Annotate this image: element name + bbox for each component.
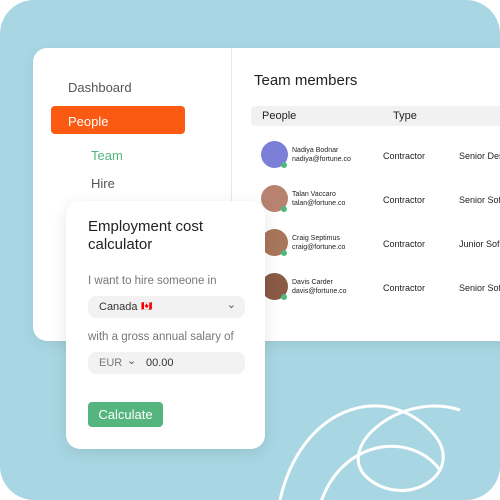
person-role: Senior Des	[459, 151, 500, 161]
person-email: nadiya@fortune.co	[292, 156, 351, 163]
decorative-swirl	[278, 404, 461, 500]
chevron-down-icon: ⌄	[226, 299, 236, 311]
person-role: Junior Sof	[459, 239, 500, 249]
canada-flag-icon: 🇨🇦	[141, 301, 153, 311]
salary-input[interactable]: EUR ⌄ 00.00	[88, 352, 245, 374]
table-row[interactable]: Craig Septimus craig@fortune.co Contracto…	[261, 229, 500, 269]
person-type: Contractor	[383, 195, 426, 205]
table-row[interactable]: Nadiya Bodnar nadiya@fortune.co Contracto…	[261, 141, 500, 181]
sidebar-item-people[interactable]: People	[51, 106, 185, 134]
salary-label: with a gross annual salary of	[88, 331, 234, 343]
currency-select[interactable]: EUR	[99, 357, 122, 369]
person-role: Senior Sof	[459, 195, 500, 205]
sidebar-item-dashboard[interactable]: Dashboard	[68, 80, 132, 95]
person-name: Nadiya Bodnar	[292, 147, 339, 154]
column-people: People	[262, 110, 297, 122]
calculator-title: Employment cost calculator	[88, 218, 204, 253]
sidebar-item-team[interactable]: Team	[91, 148, 123, 163]
column-type: Type	[393, 110, 417, 122]
online-status	[281, 162, 287, 168]
country-label: I want to hire someone in	[88, 275, 217, 287]
cost-calculator-card: Employment cost calculator I want to hir…	[66, 201, 265, 449]
person-type: Contractor	[383, 283, 426, 293]
person-email: davis@fortune.co	[292, 288, 347, 295]
chevron-down-icon: ⌄	[127, 355, 137, 367]
country-value: Canada	[99, 301, 138, 313]
sidebar-item-hire[interactable]: Hire	[91, 176, 115, 191]
table-header: People Type	[251, 106, 500, 126]
person-type: Contractor	[383, 239, 426, 249]
country-select[interactable]: Canada 🇨🇦 ⌄	[88, 296, 245, 318]
person-email: craig@fortune.co	[292, 244, 346, 251]
page-title: Team members	[254, 72, 358, 89]
person-name: Talan Vaccaro	[292, 191, 336, 198]
person-email: talan@fortune.co	[292, 200, 346, 207]
online-status	[281, 250, 287, 256]
person-name: Craig Septimus	[292, 235, 340, 242]
amount-value[interactable]: 00.00	[146, 357, 174, 369]
online-status	[281, 294, 287, 300]
table-row[interactable]: Talan Vaccaro talan@fortune.co Contractor…	[261, 185, 500, 225]
table-row[interactable]: Davis Carder davis@fortune.co Contractor …	[261, 273, 500, 313]
person-name: Davis Carder	[292, 279, 333, 286]
calculate-button[interactable]: Calculate	[88, 402, 163, 427]
online-status	[281, 206, 287, 212]
person-role: Senior Sof	[459, 283, 500, 293]
person-type: Contractor	[383, 151, 426, 161]
background: Dashboard People Team Hire Team members …	[0, 0, 500, 500]
